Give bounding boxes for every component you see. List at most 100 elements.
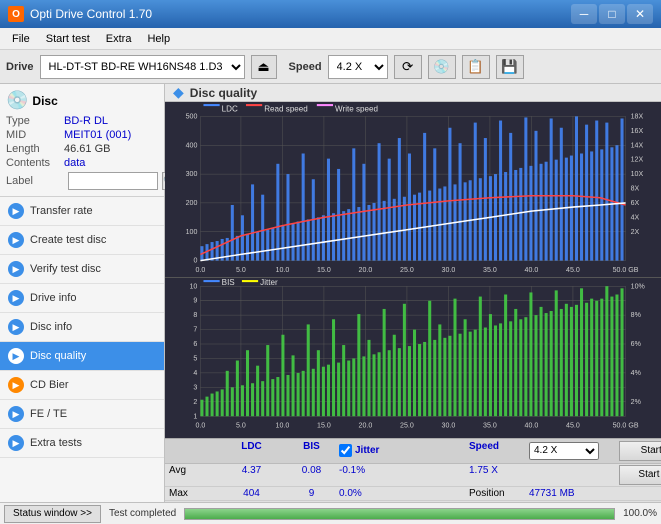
svg-text:2%: 2%	[631, 398, 642, 406]
speed-select[interactable]: 4.2 X	[328, 55, 388, 79]
svg-text:30.0: 30.0	[442, 266, 456, 274]
sidebar-item-fe-te[interactable]: ▶ FE / TE	[0, 400, 164, 429]
drive-select[interactable]: HL-DT-ST BD-RE WH16NS48 1.D3	[40, 55, 245, 79]
refresh-button[interactable]: ⟳	[394, 55, 422, 79]
sidebar-item-create-test-disc[interactable]: ▶ Create test disc	[0, 226, 164, 255]
minimize-button[interactable]: ─	[571, 4, 597, 24]
svg-text:25.0: 25.0	[400, 422, 414, 430]
svg-text:50.0 GB: 50.0 GB	[613, 266, 639, 274]
svg-text:5.0: 5.0	[236, 266, 246, 274]
sidebar-item-disc-quality[interactable]: ▶ Disc quality	[0, 342, 164, 371]
svg-text:10X: 10X	[631, 170, 644, 178]
menu-extra[interactable]: Extra	[98, 31, 140, 47]
svg-text:5.0: 5.0	[236, 422, 246, 430]
drive-label: Drive	[6, 61, 34, 73]
eject-button[interactable]: ⏏	[251, 55, 277, 79]
svg-text:9: 9	[193, 297, 197, 305]
svg-text:0.0: 0.0	[196, 422, 206, 430]
disc-label-label: Label	[6, 175, 64, 187]
svg-text:0.0: 0.0	[196, 266, 206, 274]
verify-test-disc-label: Verify test disc	[30, 263, 101, 275]
jitter-checkbox[interactable]	[339, 444, 352, 457]
disc-type-value: BD-R DL	[64, 115, 108, 127]
stats-max-position-label: Position	[469, 488, 529, 499]
stats-avg-bis: 0.08	[284, 465, 339, 485]
disc-contents-row: Contents data	[6, 157, 158, 169]
disc-contents-value: data	[64, 157, 85, 169]
svg-text:BIS: BIS	[222, 278, 236, 287]
chart-header: ◆ Disc quality	[165, 84, 661, 102]
svg-text:5: 5	[193, 355, 197, 363]
svg-text:20.0: 20.0	[359, 266, 373, 274]
svg-text:35.0: 35.0	[483, 266, 497, 274]
svg-text:8X: 8X	[631, 185, 640, 193]
disc-section: 💿 Disc Type BD-R DL MID MEIT01 (001) Len…	[0, 84, 164, 197]
action-btn-1[interactable]: 💿	[428, 55, 456, 79]
status-window-button[interactable]: Status window >>	[4, 505, 101, 523]
chart-title: Disc quality	[190, 86, 257, 100]
menu-start-test[interactable]: Start test	[38, 31, 98, 47]
stats-avg-speed: 1.75 X	[469, 465, 529, 485]
svg-text:400: 400	[186, 141, 198, 149]
menu-file[interactable]: File	[4, 31, 38, 47]
drive-bar: Drive HL-DT-ST BD-RE WH16NS48 1.D3 ⏏ Spe…	[0, 50, 661, 84]
stats-empty	[169, 441, 219, 461]
svg-text:30.0: 30.0	[442, 422, 456, 430]
stats-max-row: Max 404 9 0.0% Position 47731 MB	[165, 487, 661, 501]
drive-info-icon: ▶	[8, 290, 24, 306]
status-bar: Status window >> Test completed 100.0%	[0, 502, 661, 524]
disc-label-input[interactable]	[68, 172, 158, 190]
left-panel: 💿 Disc Type BD-R DL MID MEIT01 (001) Len…	[0, 84, 165, 502]
sidebar-item-transfer-rate[interactable]: ▶ Transfer rate	[0, 197, 164, 226]
svg-text:16X: 16X	[631, 127, 644, 135]
start-full-button[interactable]: Start full	[619, 441, 661, 461]
svg-text:6X: 6X	[631, 199, 640, 207]
sidebar-item-cd-bier[interactable]: ▶ CD Bier	[0, 371, 164, 400]
stats-max-jitter: 0.0%	[339, 488, 469, 499]
svg-text:300: 300	[186, 170, 198, 178]
sidebar-item-drive-info[interactable]: ▶ Drive info	[0, 284, 164, 313]
disc-label-row: Label 🔍	[6, 172, 158, 190]
svg-text:6: 6	[193, 340, 197, 348]
sidebar-item-verify-test-disc[interactable]: ▶ Verify test disc	[0, 255, 164, 284]
create-test-disc-label: Create test disc	[30, 234, 106, 246]
drive-info-label: Drive info	[30, 292, 76, 304]
speed-dropdown[interactable]: 4.2 X	[529, 442, 599, 460]
svg-text:Write speed: Write speed	[335, 104, 378, 113]
stats-total-row: Total 3339658 62559 Samples 753425	[165, 501, 661, 502]
svg-text:Read speed: Read speed	[264, 104, 308, 113]
disc-length-value: 46.61 GB	[64, 143, 110, 155]
disc-quality-label: Disc quality	[30, 350, 86, 362]
sidebar-item-extra-tests[interactable]: ▶ Extra tests	[0, 429, 164, 458]
svg-text:1: 1	[193, 412, 197, 420]
svg-text:50.0 GB: 50.0 GB	[613, 422, 639, 430]
disc-mid-value: MEIT01 (001)	[64, 129, 131, 141]
start-part-button[interactable]: Start part	[619, 465, 661, 485]
progress-percent: 100.0%	[623, 508, 657, 519]
maximize-button[interactable]: □	[599, 4, 625, 24]
disc-info-label: Disc info	[30, 321, 72, 333]
svg-text:10.0: 10.0	[276, 266, 290, 274]
svg-text:2X: 2X	[631, 228, 640, 236]
speed-label: Speed	[289, 61, 322, 73]
transfer-rate-icon: ▶	[8, 203, 24, 219]
menu-help[interactable]: Help	[139, 31, 178, 47]
disc-contents-label: Contents	[6, 157, 64, 169]
action-btn-2[interactable]: 📋	[462, 55, 490, 79]
svg-text:8: 8	[193, 311, 197, 319]
stats-area: LDC BIS Jitter Speed 4.2 X Start full Av…	[165, 438, 661, 502]
close-button[interactable]: ✕	[627, 4, 653, 24]
svg-text:100: 100	[186, 228, 198, 236]
sidebar-item-disc-info[interactable]: ▶ Disc info	[0, 313, 164, 342]
menu-bar: File Start test Extra Help	[0, 28, 661, 50]
svg-text:2: 2	[193, 398, 197, 406]
stats-header-row: LDC BIS Jitter Speed 4.2 X Start full	[165, 439, 661, 464]
svg-text:4: 4	[193, 369, 197, 377]
stats-max-bis: 9	[284, 488, 339, 499]
save-button[interactable]: 💾	[496, 55, 524, 79]
svg-text:Jitter: Jitter	[260, 278, 278, 287]
stats-avg-jitter: -0.1%	[339, 465, 469, 485]
svg-text:10.0: 10.0	[276, 422, 290, 430]
disc-mid-row: MID MEIT01 (001)	[6, 129, 158, 141]
svg-text:18X: 18X	[631, 112, 644, 120]
